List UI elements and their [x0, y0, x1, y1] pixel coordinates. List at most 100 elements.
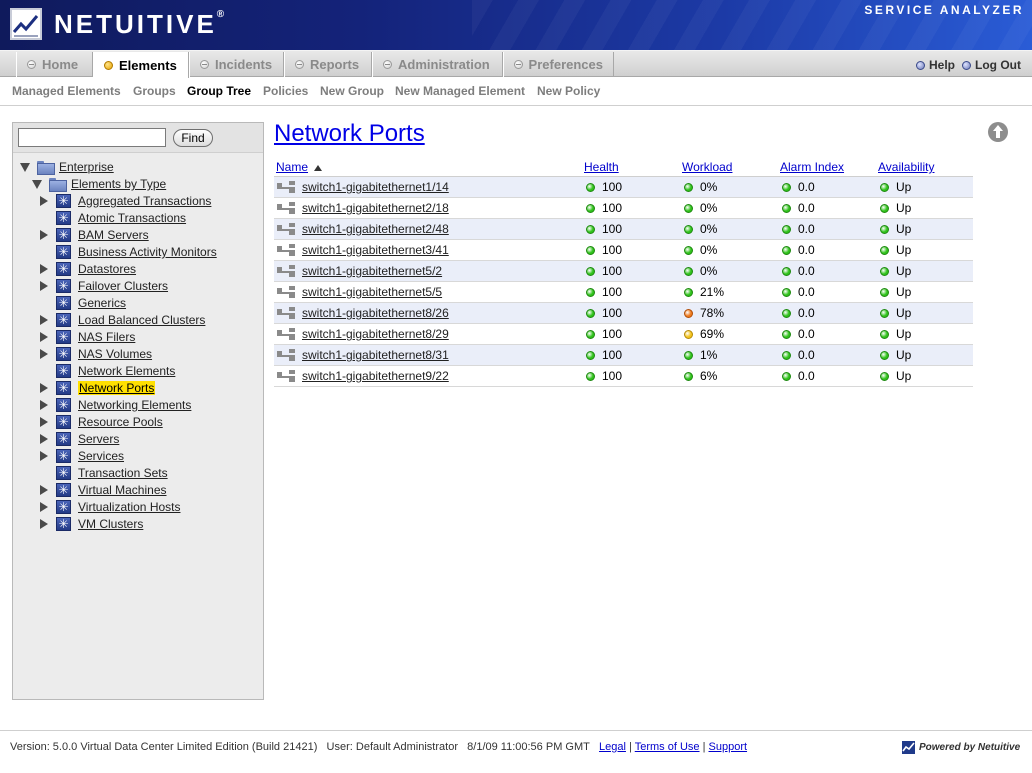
tree-item[interactable]: ✳ Servers: [40, 431, 119, 447]
expand-triangle-icon[interactable]: [40, 485, 48, 495]
tree-item-label[interactable]: Virtual Machines: [78, 483, 167, 497]
expand-triangle-icon[interactable]: [40, 502, 48, 512]
expand-triangle-icon[interactable]: [40, 332, 48, 342]
tree-item[interactable]: Enterprise: [20, 159, 114, 175]
terms-of-use-link[interactable]: Terms of Use: [635, 741, 700, 753]
tree-item[interactable]: ✳ BAM Servers: [40, 227, 149, 243]
port-name-link[interactable]: switch1-gigabitethernet2/48: [302, 222, 449, 236]
go-up-icon[interactable]: [988, 122, 1008, 142]
alarm-index-value: 0.0: [798, 369, 815, 383]
tree-item-label[interactable]: Load Balanced Clusters: [78, 313, 205, 327]
tree-item[interactable]: ✳ VM Clusters: [40, 516, 143, 532]
expand-triangle-icon[interactable]: [40, 196, 48, 206]
port-name-link[interactable]: switch1-gigabitethernet3/41: [302, 243, 449, 257]
expand-triangle-icon[interactable]: [40, 519, 48, 529]
tree-item-label[interactable]: Network Ports: [78, 381, 156, 395]
tab-reports[interactable]: Reports: [284, 52, 372, 77]
port-name-link[interactable]: switch1-gigabitethernet1/14: [302, 180, 449, 194]
tree-item-label[interactable]: Network Elements: [78, 364, 175, 378]
tree-item[interactable]: ✳ Services: [40, 448, 124, 464]
tree-item[interactable]: ✳ Failover Clusters: [40, 278, 168, 294]
tree-item[interactable]: ✳ Network Elements: [40, 363, 175, 379]
expand-triangle-icon[interactable]: [40, 451, 48, 461]
expand-triangle-icon[interactable]: [40, 400, 48, 410]
tab-administration[interactable]: Administration: [372, 52, 503, 77]
tree-item[interactable]: Elements by Type: [32, 176, 166, 192]
tree-item-label[interactable]: NAS Volumes: [78, 347, 152, 361]
help-link[interactable]: Help: [916, 58, 955, 72]
column-header-alarm-index[interactable]: Alarm Index: [780, 160, 844, 174]
tree-item[interactable]: ✳ Networking Elements: [40, 397, 191, 413]
expand-triangle-icon[interactable]: [40, 417, 48, 427]
expand-triangle-icon[interactable]: [40, 281, 48, 291]
expand-triangle-icon[interactable]: [40, 349, 48, 359]
tab-incidents[interactable]: Incidents: [189, 52, 284, 77]
port-name-link[interactable]: switch1-gigabitethernet8/29: [302, 327, 449, 341]
tree-item[interactable]: ✳ NAS Filers: [40, 329, 135, 345]
port-name-link[interactable]: switch1-gigabitethernet5/5: [302, 285, 442, 299]
expand-triangle-icon[interactable]: [40, 264, 48, 274]
column-header-availability[interactable]: Availability: [878, 160, 934, 174]
subnav-policies[interactable]: Policies: [263, 84, 308, 98]
collapse-triangle-icon[interactable]: [20, 162, 30, 172]
tab-preferences[interactable]: Preferences: [503, 52, 614, 77]
tree-item[interactable]: ✳ NAS Volumes: [40, 346, 152, 362]
tree-item[interactable]: ✳ Network Ports: [40, 380, 156, 396]
tree-item[interactable]: ✳ Datastores: [40, 261, 136, 277]
tree-item-label[interactable]: Atomic Transactions: [78, 211, 186, 225]
expand-triangle-icon[interactable]: [40, 315, 48, 325]
logout-link[interactable]: Log Out: [962, 58, 1021, 72]
collapse-triangle-icon[interactable]: [32, 179, 42, 189]
subnav-managed-elements[interactable]: Managed Elements: [12, 84, 121, 98]
expand-triangle-icon[interactable]: [40, 383, 48, 393]
expand-triangle-icon[interactable]: [40, 434, 48, 444]
page-title[interactable]: Network Ports: [274, 120, 425, 148]
sort-ascending-icon[interactable]: [314, 165, 322, 171]
port-name-link[interactable]: switch1-gigabitethernet2/18: [302, 201, 449, 215]
tree-item-label[interactable]: Business Activity Monitors: [78, 245, 217, 259]
legal-link[interactable]: Legal: [599, 741, 626, 753]
tree-item-label[interactable]: Resource Pools: [78, 415, 163, 429]
tree-item[interactable]: ✳ Virtualization Hosts: [40, 499, 181, 515]
subnav-group-tree[interactable]: Group Tree: [187, 84, 251, 98]
support-link[interactable]: Support: [709, 741, 748, 753]
tree-item-label[interactable]: Transaction Sets: [78, 466, 168, 480]
tree-item[interactable]: ✳ Atomic Transactions: [40, 210, 186, 226]
tree-item-label[interactable]: Networking Elements: [78, 398, 191, 412]
tree-item[interactable]: ✳ Transaction Sets: [40, 465, 168, 481]
tree-item-label[interactable]: NAS Filers: [78, 330, 135, 344]
expand-triangle-icon[interactable]: [40, 230, 48, 240]
tree-item-label[interactable]: Failover Clusters: [78, 279, 168, 293]
tree-item-label[interactable]: Servers: [78, 432, 119, 446]
tab-elements[interactable]: Elements: [93, 52, 189, 78]
column-header-health[interactable]: Health: [584, 160, 619, 174]
tree-item[interactable]: ✳ Generics: [40, 295, 126, 311]
tree-item[interactable]: ✳ Aggregated Transactions: [40, 193, 211, 209]
port-name-link[interactable]: switch1-gigabitethernet8/26: [302, 306, 449, 320]
port-name-link[interactable]: switch1-gigabitethernet9/22: [302, 369, 449, 383]
tree-item-label[interactable]: Datastores: [78, 262, 136, 276]
tree-item-label[interactable]: BAM Servers: [78, 228, 149, 242]
tree-item-label[interactable]: Enterprise: [59, 160, 114, 174]
tree-item[interactable]: ✳ Resource Pools: [40, 414, 163, 430]
subnav-groups[interactable]: Groups: [133, 84, 176, 98]
column-header-name[interactable]: Name: [276, 160, 308, 174]
tree-item-label[interactable]: Generics: [78, 296, 126, 310]
port-name-link[interactable]: switch1-gigabitethernet5/2: [302, 264, 442, 278]
subnav-new-group[interactable]: New Group: [320, 84, 384, 98]
tree-item-label[interactable]: Aggregated Transactions: [78, 194, 211, 208]
tree-search-input[interactable]: [18, 128, 166, 147]
tree-item[interactable]: ✳ Business Activity Monitors: [40, 244, 217, 260]
tree-item-label[interactable]: Services: [78, 449, 124, 463]
tree-item[interactable]: ✳ Load Balanced Clusters: [40, 312, 205, 328]
tree-item-label[interactable]: Elements by Type: [71, 177, 166, 191]
tree-item-label[interactable]: VM Clusters: [78, 517, 143, 531]
column-header-workload[interactable]: Workload: [682, 160, 732, 174]
tree-item-label[interactable]: Virtualization Hosts: [78, 500, 181, 514]
tree-item[interactable]: ✳ Virtual Machines: [40, 482, 167, 498]
port-name-link[interactable]: switch1-gigabitethernet8/31: [302, 348, 449, 362]
subnav-new-policy[interactable]: New Policy: [537, 84, 600, 98]
find-button[interactable]: Find: [173, 129, 213, 147]
tab-home[interactable]: Home: [16, 52, 93, 77]
subnav-new-managed-element[interactable]: New Managed Element: [395, 84, 525, 98]
